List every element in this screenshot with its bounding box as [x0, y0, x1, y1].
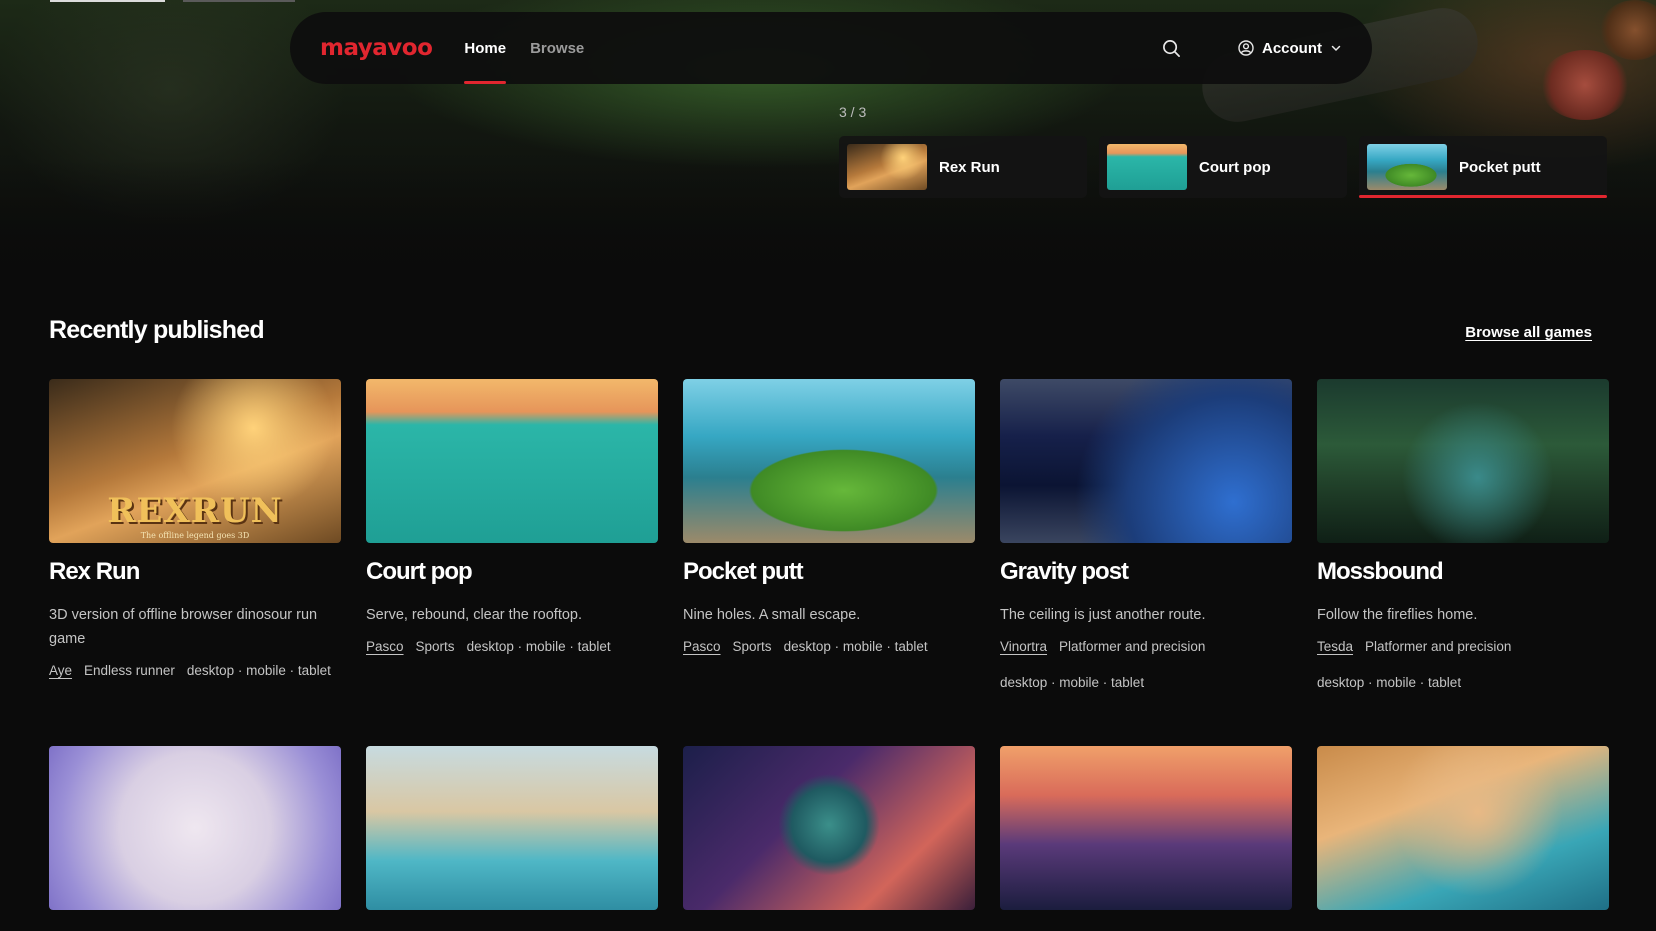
game-meta: Tesda Platformer and precision desktop ·…	[1317, 635, 1609, 695]
game-description: 3D version of offline browser dinosour r…	[49, 607, 318, 647]
genre-tag: Platformer and precision	[1365, 639, 1512, 654]
logo[interactable]: mayavoo	[320, 35, 433, 61]
platforms: desktop · mobile · tablet	[186, 663, 331, 678]
section-title: Recently published	[49, 316, 265, 344]
game-artwork[interactable]	[366, 379, 658, 543]
game-card[interactable]	[49, 746, 341, 910]
game-artwork[interactable]	[683, 746, 975, 910]
game-card[interactable]	[1317, 746, 1609, 910]
carousel-slides: Rex Run Court pop Pocket putt	[839, 136, 1607, 198]
slide-label: Pocket putt	[1459, 158, 1541, 176]
hero-art-flower	[1600, 0, 1656, 60]
game-grid: REXRUN The offline legend goes 3D Rex Ru…	[49, 379, 1609, 695]
slide-thumbnail	[847, 144, 927, 190]
game-artwork[interactable]	[1317, 746, 1609, 910]
game-description: Serve, rebound, clear the rooftop.	[366, 607, 583, 623]
author-link[interactable]: Pasco	[683, 635, 721, 659]
genre-tag: Sports	[732, 639, 772, 654]
author-link[interactable]: Pasco	[366, 635, 404, 659]
hero-tab-indicator	[50, 0, 165, 2]
browse-all-link[interactable]: Browse all games	[1465, 324, 1592, 341]
search-button[interactable]	[1158, 35, 1184, 61]
author-link[interactable]: Aye	[49, 659, 72, 683]
author-link[interactable]: Tesda	[1317, 635, 1353, 659]
game-meta: Pasco Sports desktop · mobile · tablet	[366, 635, 658, 659]
game-card-rex-run[interactable]: REXRUN The offline legend goes 3D Rex Ru…	[49, 379, 341, 695]
game-card-gravity-post[interactable]: Gravity post The ceiling is just another…	[1000, 379, 1292, 695]
game-artwork[interactable]	[1317, 379, 1609, 543]
game-card-pocket-putt[interactable]: Pocket putt Nine holes. A small escape. …	[683, 379, 975, 695]
game-title[interactable]: Mossbound	[1317, 557, 1609, 587]
game-artwork[interactable]: REXRUN The offline legend goes 3D	[49, 379, 341, 543]
top-nav: mayavoo Home Browse Account	[290, 12, 1372, 84]
carousel-slide-pocket-putt[interactable]: Pocket putt	[1359, 136, 1607, 198]
slide-thumbnail	[1367, 144, 1447, 190]
search-icon	[1162, 39, 1180, 57]
game-card[interactable]	[1000, 746, 1292, 910]
game-card[interactable]	[366, 746, 658, 910]
game-card-mossbound[interactable]: Mossbound Follow the fireflies home. Tes…	[1317, 379, 1609, 695]
game-title[interactable]: Court pop	[366, 557, 658, 587]
nav-link-browse[interactable]: Browse	[530, 12, 584, 84]
slide-thumbnail	[1107, 144, 1187, 190]
game-artwork[interactable]	[1000, 379, 1292, 543]
hero-tab-indicator	[183, 0, 295, 2]
carousel-slide-rex-run[interactable]: Rex Run	[839, 136, 1087, 198]
game-artwork[interactable]	[1000, 746, 1292, 910]
artwork-tagline: The offline legend goes 3D	[140, 531, 250, 540]
account-label: Account	[1262, 39, 1322, 57]
platforms: desktop · mobile · tablet	[1000, 675, 1145, 690]
game-title[interactable]: Gravity post	[1000, 557, 1292, 587]
game-artwork[interactable]	[683, 379, 975, 543]
genre-tag: Platformer and precision	[1059, 639, 1206, 654]
game-artwork[interactable]	[366, 746, 658, 910]
platforms: desktop · mobile · tablet	[783, 639, 928, 654]
slide-label: Court pop	[1199, 158, 1271, 176]
artwork-logo-text: REXRUN	[107, 491, 283, 531]
platforms: desktop · mobile · tablet	[466, 639, 611, 654]
game-grid-row-2	[49, 746, 1609, 910]
game-description: Nine holes. A small escape.	[683, 607, 861, 623]
game-artwork[interactable]	[49, 746, 341, 910]
game-meta: Aye Endless runner desktop · mobile · ta…	[49, 659, 341, 683]
genre-tag: Sports	[415, 639, 455, 654]
chevron-down-icon	[1331, 45, 1341, 52]
game-meta: Pasco Sports desktop · mobile · tablet	[683, 635, 975, 659]
game-card-court-pop[interactable]: Court pop Serve, rebound, clear the roof…	[366, 379, 658, 695]
slide-label: Rex Run	[939, 158, 1000, 176]
genre-tag: Endless runner	[84, 663, 175, 678]
nav-link-home[interactable]: Home	[464, 12, 506, 84]
platforms: desktop · mobile · tablet	[1317, 675, 1462, 690]
hero-art-flower	[1540, 50, 1630, 120]
game-description: The ceiling is just another route.	[1000, 607, 1206, 623]
game-card[interactable]	[683, 746, 975, 910]
game-title[interactable]: Rex Run	[49, 557, 341, 587]
account-menu[interactable]: Account	[1238, 40, 1342, 57]
user-circle-icon	[1238, 40, 1254, 56]
game-title[interactable]: Pocket putt	[683, 557, 975, 587]
carousel-slide-court-pop[interactable]: Court pop	[1099, 136, 1347, 198]
game-meta: Vinortra Platformer and precision deskto…	[1000, 635, 1292, 695]
game-description: Follow the fireflies home.	[1317, 607, 1478, 623]
carousel-counter: 3 / 3	[839, 104, 867, 120]
author-link[interactable]: Vinortra	[1000, 635, 1047, 659]
